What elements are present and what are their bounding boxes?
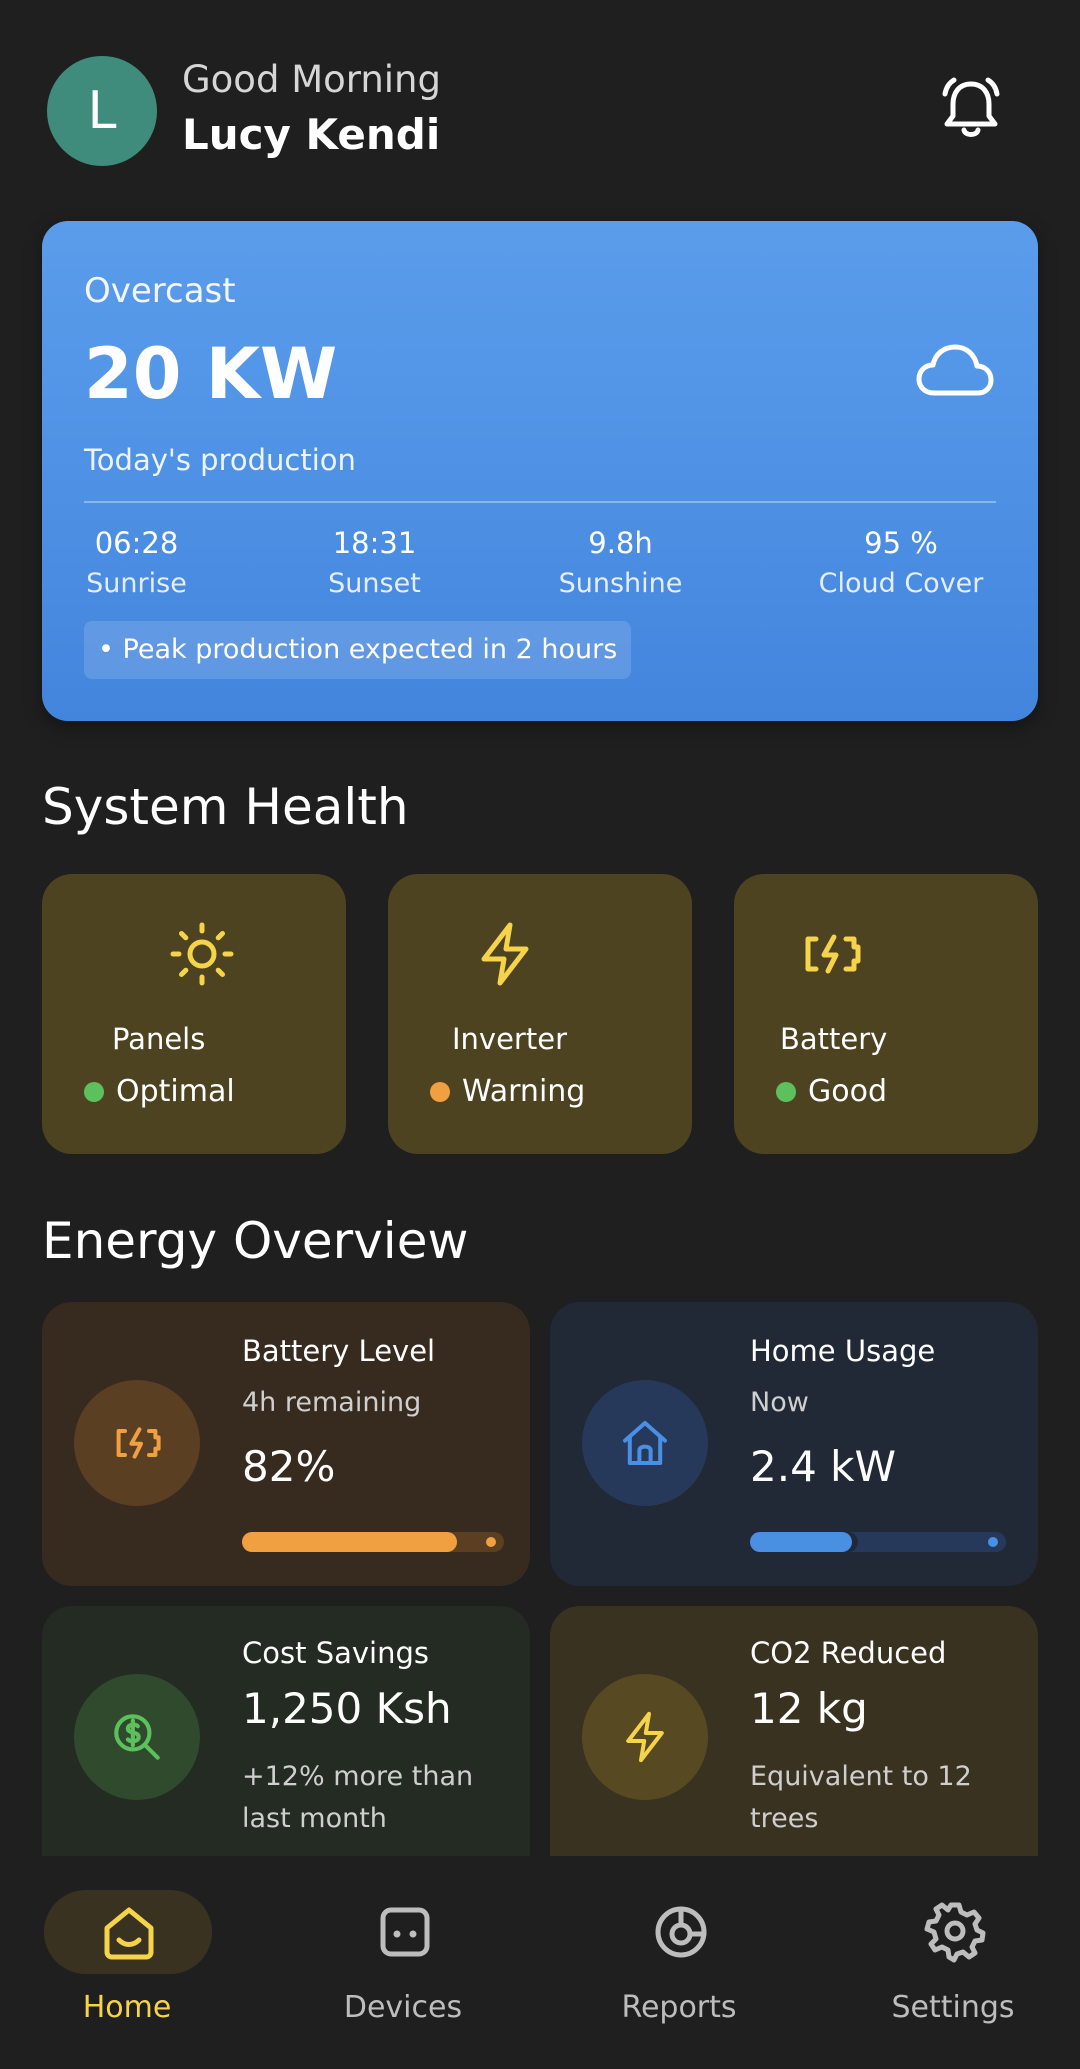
health-card-inverter[interactable]: Inverter Warning [388,874,692,1154]
nav-label: Devices [343,1990,463,2025]
status-text: Optimal [116,1074,235,1109]
card-title: CO2 Reduced [750,1636,947,1670]
health-label: Panels [112,1022,206,1056]
sun-icon [170,922,234,986]
stat-label: Sunshine [558,568,683,599]
weather-condition: Overcast [84,271,236,311]
progress-end-dot [486,1537,496,1547]
battery-level-card[interactable]: Battery Level 4h remaining 82% [42,1302,530,1586]
devices-icon [380,1907,430,1957]
gear-icon [924,1902,986,1963]
cloud-icon [916,344,994,396]
health-card-battery[interactable]: Battery Good [734,874,1038,1154]
stat-label: Sunset [328,568,421,599]
battery-progress-track [242,1532,504,1552]
stat-value: 9.8h [588,526,653,560]
status-dot [430,1081,450,1102]
stat-cloud-cover: 95 % Cloud Cover [806,526,996,599]
divider [84,501,996,503]
energy-overview-title: Energy Overview [42,1212,469,1270]
stat-value: 06:28 [94,526,179,560]
greeting-text: Good Morning [182,58,441,101]
peak-production-note: • Peak production expected in 2 hours [84,621,632,679]
money-search-icon [114,1714,160,1760]
stat-value: 95 % [864,526,938,560]
production-label: Today's production [84,443,356,477]
status-text: Good [808,1074,887,1109]
system-health-title: System Health [42,778,409,836]
bottom-navigation: Home Devices Reports Settings [0,1860,1080,2069]
savings-value: 1,250 Ksh [242,1684,452,1733]
stat-label: Cloud Cover [818,568,984,599]
weather-production-card[interactable]: Overcast 20 KW Today's production 06:28 … [42,221,1038,721]
production-value: 20 KW [84,333,338,415]
nav-label: Settings [891,1990,1015,2025]
lightning-icon [481,922,529,986]
battery-charging-icon [116,1427,161,1459]
avatar[interactable]: L [47,56,157,166]
stat-label: Sunrise [86,568,187,599]
co2-icon-circle [582,1674,708,1800]
card-subtitle: Now [750,1387,809,1418]
battery-percent: 82% [242,1442,336,1491]
home-icon [104,1907,154,1960]
health-label: Battery [780,1022,888,1056]
card-title: Battery Level [242,1334,436,1368]
stat-sunset: 18:31 Sunset [322,526,427,599]
nav-label: Home [82,1990,172,2025]
home-usage-card[interactable]: Home Usage Now 2.4 kW [550,1302,1038,1586]
health-status: Good [776,1074,887,1109]
reports-icon [655,1906,707,1958]
battery-icon-circle [74,1380,200,1506]
header: L Good Morning Lucy Kendi [0,0,1080,210]
savings-note: +12% more than last month [242,1761,474,1834]
status-dot [776,1081,796,1102]
nav-devices[interactable]: Devices [318,1890,498,2040]
health-card-panels[interactable]: Panels Optimal [42,874,346,1154]
card-subtitle: 4h remaining [242,1387,422,1418]
status-text: Warning [462,1074,586,1109]
card-title: Home Usage [750,1334,936,1368]
usage-progress-track [750,1532,1006,1552]
lightning-icon [626,1711,664,1763]
co2-reduced-card[interactable]: CO2 Reduced 12 kg Equivalent to 12 trees [550,1606,1038,1856]
stat-sunshine: 9.8h Sunshine [548,526,693,599]
progress-end-dot [988,1537,998,1547]
notification-bell-icon[interactable] [936,74,1006,144]
home-usage-value: 2.4 kW [750,1442,896,1491]
home-icon [623,1421,667,1465]
health-label: Inverter [452,1022,567,1056]
stat-value: 18:31 [332,526,417,560]
co2-value: 12 kg [750,1684,868,1733]
usage-progress-fill [750,1532,853,1552]
status-dot [84,1081,104,1102]
card-title: Cost Savings [242,1636,429,1670]
user-name: Lucy Kendi [182,110,441,159]
nav-settings[interactable]: Settings [868,1890,1048,2040]
stat-sunrise: 06:28 Sunrise [84,526,189,599]
savings-icon-circle [74,1674,200,1800]
battery-charging-icon [805,934,861,974]
health-status: Optimal [84,1074,235,1109]
co2-note: Equivalent to 12 trees [750,1761,972,1834]
nav-label: Reports [621,1990,737,2025]
nav-reports[interactable]: Reports [594,1890,774,2040]
cost-savings-card[interactable]: Cost Savings 1,250 Ksh +12% more than la… [42,1606,530,1856]
health-status: Warning [430,1074,585,1109]
battery-progress-fill [242,1532,457,1552]
home-icon-circle [582,1380,708,1506]
nav-home[interactable]: Home [42,1890,222,2040]
